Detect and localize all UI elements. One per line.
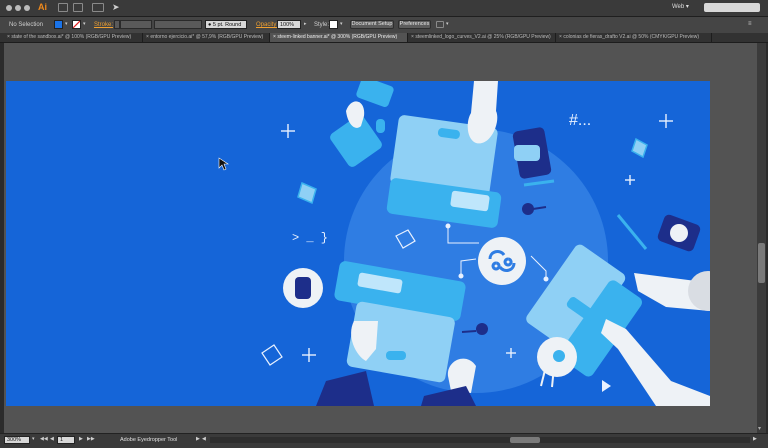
tab-document[interactable]: × state of the sandbox.ai* @ 100% (RGB/G… (4, 33, 143, 42)
bridge-icon[interactable] (58, 3, 68, 12)
close-window-button[interactable] (6, 5, 12, 11)
graphic-style-swatch[interactable] (329, 20, 338, 29)
preferences-button[interactable]: Preferences (398, 20, 431, 29)
scroll-right-icon[interactable]: ▶ (753, 436, 757, 442)
stock-icon[interactable] (73, 3, 83, 12)
fill-swatch[interactable] (54, 20, 63, 29)
hashtag-text: #... (569, 112, 591, 129)
workspace-switcher[interactable]: Web ▾ (672, 3, 689, 10)
zoom-window-button[interactable] (24, 5, 30, 11)
app-title-bar: Ai ➤ Web ▾ (0, 0, 768, 17)
document-tabs: × state of the sandbox.ai* @ 100% (RGB/G… (0, 33, 768, 43)
no-stroke-icon (73, 21, 80, 28)
status-bar: 300% ▾ ◀◀ ◀ 1 ▶ ▶▶ Adobe Eyedropper Tool… (0, 433, 768, 448)
current-tool-status: Adobe Eyedropper Tool (120, 437, 178, 443)
status-menu-icon[interactable]: ▶ (196, 436, 200, 442)
zoom-dropdown-icon[interactable]: ▾ (32, 436, 35, 442)
arrange-documents-icon[interactable] (92, 3, 104, 12)
code-prompt-text: > _ } (292, 231, 328, 245)
style-label: Style: (314, 22, 330, 28)
document-setup-button[interactable]: Document Setup (350, 20, 394, 29)
scroll-down-icon[interactable]: ▾ (758, 425, 761, 432)
stroke-dropdown-icon[interactable]: ▾ (83, 21, 86, 27)
fill-dropdown-icon[interactable]: ▾ (65, 21, 68, 27)
last-artboard-icon[interactable]: ▶▶ (87, 436, 95, 442)
arrange-icon[interactable] (436, 21, 444, 28)
tab-document[interactable]: × steemlinked_logo_curves_V2.ai @ 25% (R… (408, 33, 556, 42)
previous-artboard-icon[interactable]: ◀ (50, 436, 54, 442)
stroke-weight-field[interactable] (120, 20, 152, 29)
search-stock-input[interactable] (704, 3, 760, 12)
next-artboard-icon[interactable]: ▶ (79, 436, 83, 442)
selection-status: No Selection (9, 22, 44, 28)
first-artboard-icon[interactable]: ◀◀ (40, 436, 48, 442)
horizontal-scrollbar[interactable] (210, 437, 750, 443)
horizontal-scroll-thumb[interactable] (510, 437, 540, 443)
artboard[interactable]: #... > _ } (6, 81, 710, 406)
style-dropdown-icon[interactable]: ▾ (340, 21, 343, 27)
gpu-performance-icon[interactable]: ➤ (112, 2, 120, 13)
minimize-window-button[interactable] (15, 5, 21, 11)
steem-logo-badge (478, 237, 526, 285)
artboard-number-field[interactable]: 1 (57, 436, 75, 444)
opacity-dropdown-icon[interactable]: ▸ (304, 21, 307, 27)
scroll-left-icon[interactable]: ◀ (202, 436, 206, 442)
opacity-label[interactable]: Opacity: (256, 22, 278, 28)
zoom-field[interactable]: 300% (4, 436, 30, 444)
app-logo: Ai (38, 2, 47, 12)
control-bar: No Selection ▾ ▾ Stroke: ● 5 pt. Round O… (0, 17, 768, 34)
variable-width-profile[interactable] (154, 20, 202, 29)
stroke-swatch[interactable] (72, 20, 81, 29)
arrange-dropdown-icon[interactable]: ▾ (446, 21, 449, 27)
stroke-label[interactable]: Stroke: (94, 22, 113, 28)
opacity-field[interactable]: 100% (277, 20, 301, 29)
tab-document[interactable]: × entorno ejercicio.ai* @ 57,9% (RGB/GPU… (143, 33, 270, 42)
vertical-scroll-thumb[interactable] (758, 243, 765, 283)
brush-definition-dropdown[interactable]: ● 5 pt. Round (205, 20, 247, 29)
tab-document-active[interactable]: × steem-linked banner.ai* @ 300% (RGB/GP… (270, 33, 408, 42)
vertical-scrollbar[interactable]: ▾ (757, 43, 766, 433)
panel-menu-icon[interactable]: ≡ (748, 21, 752, 27)
tab-document[interactable]: × colonias de fieras_drafto V2.ai @ 50% … (556, 33, 712, 42)
